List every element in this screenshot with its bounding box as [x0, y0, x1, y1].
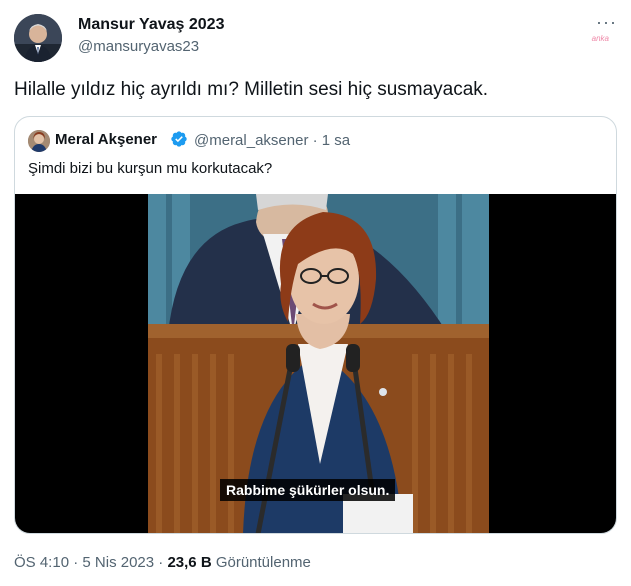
more-horizontal-icon[interactable]: ···: [596, 12, 617, 33]
verified-badge-icon: [171, 131, 187, 147]
quoted-author-avatar-image: [28, 130, 50, 152]
quoted-author-handle-line[interactable]: @meral_aksener · 1 sa: [194, 132, 350, 149]
views-label: Görüntülenme: [215, 554, 311, 571]
meta-separator: ·: [73, 554, 79, 571]
quoted-time[interactable]: 1 sa: [322, 132, 350, 149]
quoted-author-avatar[interactable]: [28, 130, 50, 152]
video-player[interactable]: Rabbime şükürler olsun.: [15, 194, 616, 533]
quoted-tweet-text: Şimdi bizi bu kurşun mu korkutacak?: [28, 160, 273, 177]
tweet-text: Hilalle yıldız hiç ayrıldı mı? Milletin …: [14, 79, 489, 100]
author-avatar-image: [14, 14, 62, 62]
meta-separator: ·: [158, 554, 164, 571]
author-avatar[interactable]: [14, 14, 62, 62]
watermark-text: anka: [591, 34, 609, 43]
quoted-author-handle: @meral_aksener: [194, 132, 309, 149]
separator-dot: ·: [312, 132, 318, 149]
tweet-time[interactable]: ÖS 4:10: [14, 554, 69, 571]
quoted-author-name[interactable]: Meral Akşener: [55, 131, 157, 148]
views-count: 23,6 B: [167, 554, 212, 571]
tweet-meta: ÖS 4:10 · 5 Nis 2023 · 23,6 B Görüntülen…: [14, 554, 311, 571]
author-name[interactable]: Mansur Yavaş 2023: [78, 16, 224, 34]
video-subtitle: Rabbime şükürler olsun.: [220, 479, 396, 501]
tweet-date[interactable]: 5 Nis 2023: [82, 554, 154, 571]
quoted-tweet-card[interactable]: Meral Akşener @meral_aksener · 1 sa Şimd…: [14, 116, 617, 534]
author-handle[interactable]: @mansuryavas23: [78, 38, 199, 55]
